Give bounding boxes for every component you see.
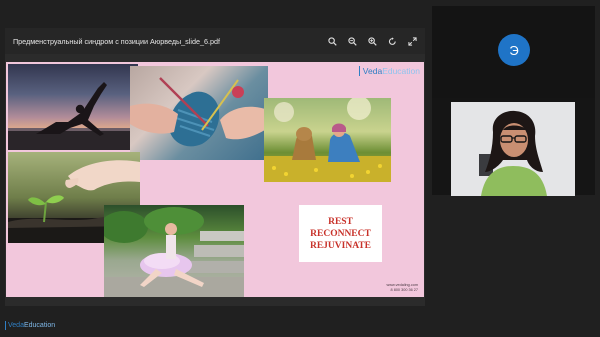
contact-phone: 8 800 300 36 27 bbox=[390, 288, 418, 292]
pdf-toolbar: Предменструальный синдром с позиции Аюрв… bbox=[5, 28, 425, 54]
footer-word-veda: Veda bbox=[8, 322, 24, 329]
fullscreen-icon[interactable] bbox=[407, 36, 417, 46]
search-icon[interactable] bbox=[327, 36, 337, 46]
meeting-stage: Предменструальный синдром с позиции Аюрв… bbox=[0, 0, 600, 337]
rest-reconnect-rejuvinate-label: REST RECONNECT REJUVINATE bbox=[299, 205, 382, 262]
sticker-line-rejuvinate: REJUVINATE bbox=[309, 240, 372, 251]
slide-contact-info: www.vedaling.com 8 800 300 36 27 bbox=[387, 283, 418, 293]
zoom-out-icon[interactable] bbox=[347, 36, 357, 46]
slide-brand-logo: VedaEducation bbox=[358, 66, 420, 76]
participant-tile-avatar[interactable]: Э bbox=[432, 6, 595, 98]
sticker-line-rest: REST bbox=[328, 216, 353, 227]
knitting-hands-photo bbox=[130, 66, 268, 160]
brand-word-education: Education bbox=[382, 66, 420, 76]
pdf-file-title: Предменструальный синдром с позиции Аюрв… bbox=[13, 36, 220, 46]
avatar: Э bbox=[498, 34, 530, 66]
participant-video bbox=[451, 102, 575, 196]
brand-word-veda: Veda bbox=[362, 66, 383, 76]
footer-brand-logo: VedaEducation bbox=[5, 321, 55, 330]
rotate-icon[interactable] bbox=[387, 36, 397, 46]
zoom-in-icon[interactable] bbox=[367, 36, 377, 46]
woman-with-dog-photo bbox=[264, 98, 391, 182]
sticker-line-reconnect: RECONNECT bbox=[310, 228, 371, 239]
footer-word-education: Education bbox=[23, 322, 56, 329]
participant-tile-camera[interactable] bbox=[432, 98, 595, 196]
presentation-slide: VedaEducation REST RECONNECT REJUVINATE … bbox=[6, 62, 424, 297]
yoga-pose-photo bbox=[8, 64, 138, 150]
pdf-tool-group bbox=[327, 36, 425, 46]
ballerina-photo bbox=[104, 205, 244, 297]
